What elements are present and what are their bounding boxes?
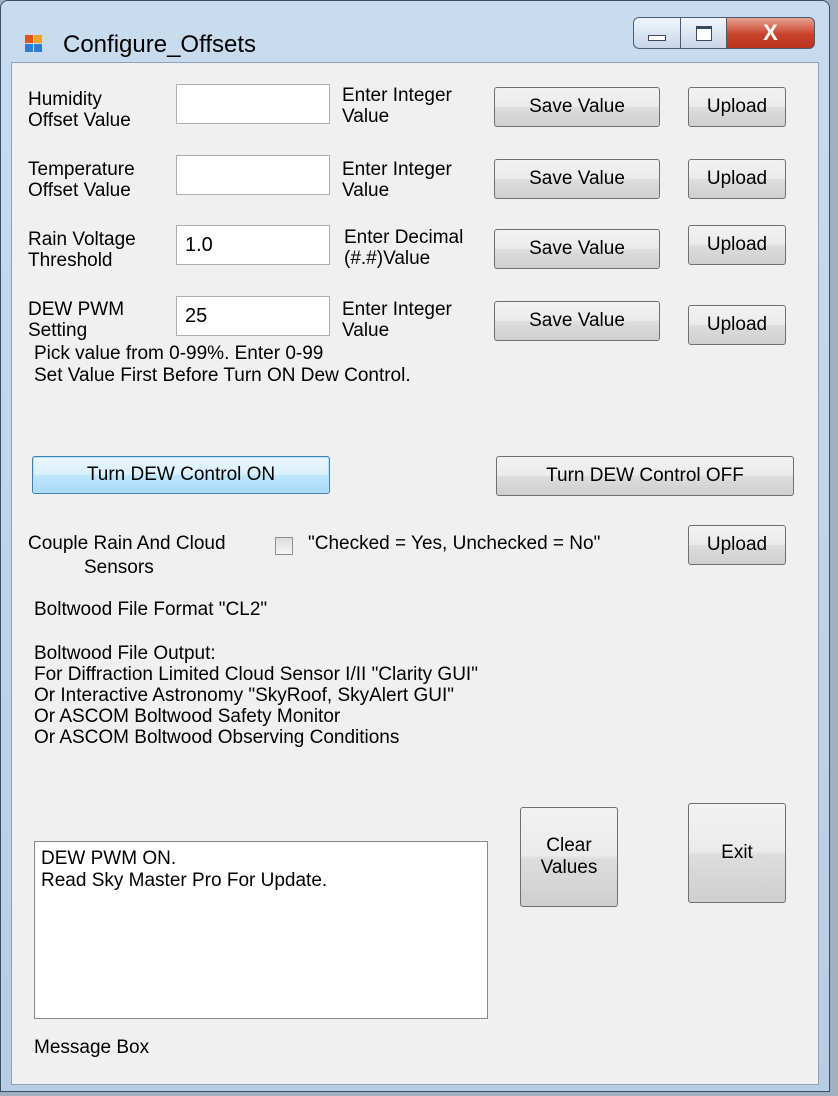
dew-order-note: Set Value First Before Turn ON Dew Contr… [34,365,411,386]
rain-voltage-save-button[interactable]: Save Value [494,229,660,269]
minimize-button[interactable] [633,17,681,49]
couple-sensors-label: Couple Rain And Cloud [28,533,226,554]
configure-offsets-window: Configure_Offsets X Humidity Offset Valu… [0,0,830,1092]
temperature-offset-input[interactable] [176,155,330,195]
humidity-offset-input[interactable] [176,84,330,124]
message-box-caption: Message Box [34,1037,150,1058]
humidity-hint-label: Enter Integer Value [342,85,452,127]
temperature-offset-label: Temperature Offset Value [28,159,135,201]
dew-pwm-upload-button[interactable]: Upload [688,305,786,345]
exit-button[interactable]: Exit [688,803,786,903]
couple-sensors-checkbox[interactable] [275,537,293,555]
temperature-save-button[interactable]: Save Value [494,159,660,199]
humidity-save-button[interactable]: Save Value [494,87,660,127]
close-icon: X [763,20,778,45]
title-bar[interactable]: Configure_Offsets X [1,1,829,58]
dew-pwm-save-button[interactable]: Save Value [494,301,660,341]
temperature-hint-label: Enter Integer Value [342,159,452,201]
temperature-upload-button[interactable]: Upload [688,159,786,199]
form-client-area: Humidity Offset Value Enter Integer Valu… [11,62,819,1085]
maximize-button[interactable] [681,17,727,49]
rain-voltage-upload-button[interactable]: Upload [688,225,786,265]
rain-voltage-label: Rain Voltage Threshold [28,229,136,271]
dew-control-on-button[interactable]: Turn DEW Control ON [32,456,330,494]
rain-voltage-hint-label: Enter Decimal (#.#)Value [344,227,464,269]
boltwood-format-label: Boltwood File Format "CL2" [34,599,268,620]
humidity-offset-label: Humidity Offset Value [28,89,131,131]
couple-sensors-hint: "Checked = Yes, Unchecked = No" [308,533,601,554]
dew-pwm-label: DEW PWM Setting [28,299,125,341]
dew-pwm-hint-label: Enter Integer Value [342,299,452,341]
boltwood-output-label: Boltwood File Output: For Diffraction Li… [34,643,478,748]
window-title: Configure_Offsets [63,31,256,58]
rain-voltage-input[interactable] [176,225,330,265]
humidity-upload-button[interactable]: Upload [688,87,786,127]
message-box[interactable]: DEW PWM ON. Read Sky Master Pro For Upda… [34,841,488,1019]
dew-control-off-button[interactable]: Turn DEW Control OFF [496,456,794,496]
dew-range-note: Pick value from 0-99%. Enter 0-99 [34,343,324,364]
couple-sensors-upload-button[interactable]: Upload [688,525,786,565]
close-button[interactable]: X [727,17,815,49]
clear-values-button[interactable]: Clear Values [520,807,618,907]
minimize-icon [648,35,666,41]
maximize-icon [695,25,712,41]
couple-sensors-label-line2: Sensors [84,557,154,578]
dew-pwm-input[interactable] [176,296,330,336]
form-app-icon [25,35,43,53]
